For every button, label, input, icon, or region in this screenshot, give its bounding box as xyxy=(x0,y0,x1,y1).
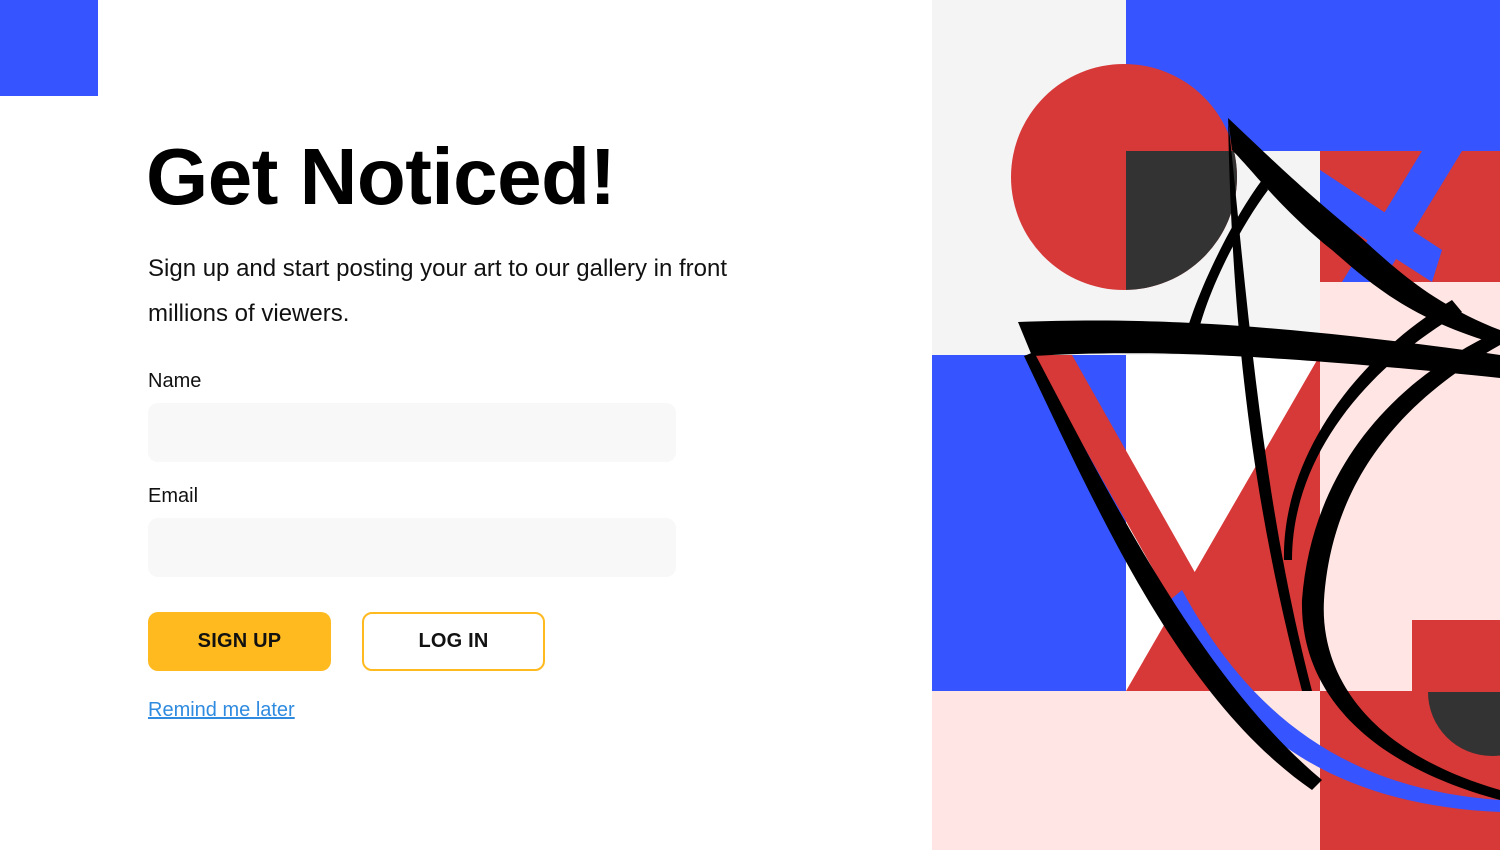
abstract-artwork xyxy=(932,0,1500,850)
email-input[interactable] xyxy=(148,518,676,577)
login-button[interactable]: LOG IN xyxy=(362,612,545,671)
artwork-graphic xyxy=(932,0,1500,850)
email-label: Email xyxy=(148,485,199,507)
remind-me-later-link[interactable]: Remind me later xyxy=(148,699,295,722)
page-subtitle: Sign up and start posting your art to ou… xyxy=(148,255,727,327)
name-input[interactable] xyxy=(148,403,676,462)
signup-panel: Get Noticed! Sign up and start posting y… xyxy=(146,0,848,850)
name-label: Name xyxy=(148,370,202,392)
signup-button[interactable]: SIGN UP xyxy=(148,612,331,671)
corner-decoration xyxy=(0,0,98,96)
page-title: Get Noticed! xyxy=(146,132,616,221)
